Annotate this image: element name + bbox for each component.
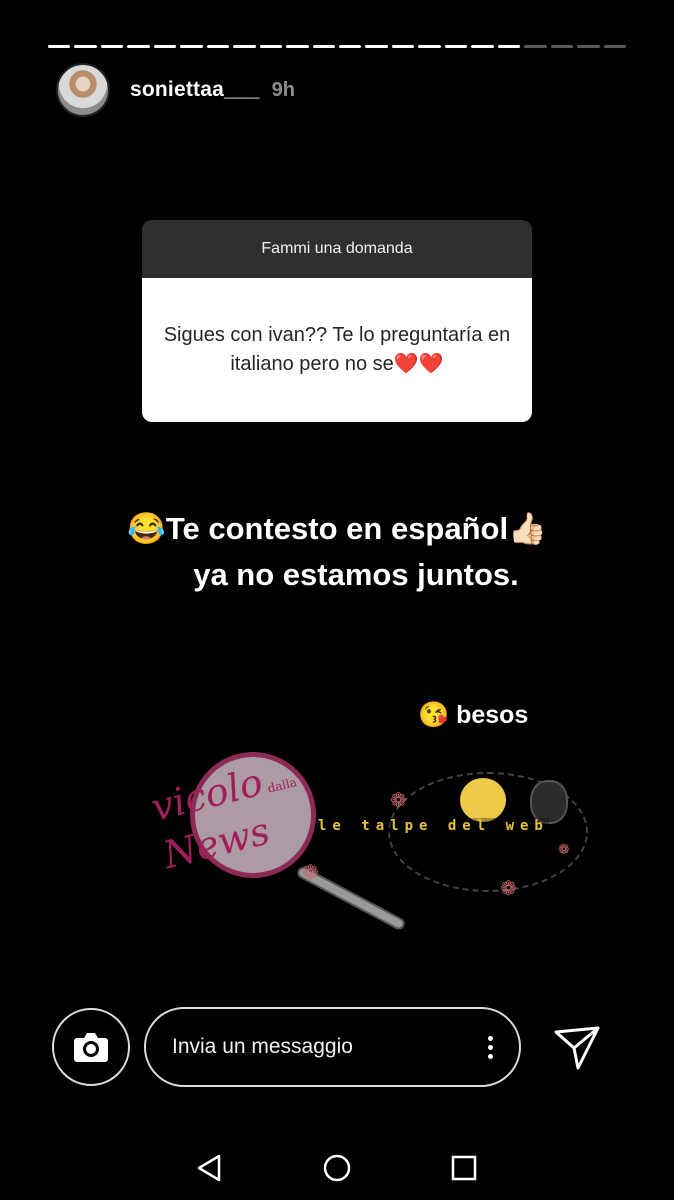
watermark-logo: vicolodalla News le talpe del web ❁ ❁ ❁ … [147,752,588,932]
watermark-banner: le talpe del web [318,818,549,834]
nav-home-button[interactable] [319,1150,355,1186]
nav-back-icon [197,1154,221,1182]
answer-text: 😂Te contesto en español👍🏻 ya no estamos … [0,506,674,598]
answer-line-1: 😂Te contesto en español👍🏻 [127,511,547,546]
message-input[interactable] [172,1035,485,1059]
progress-segment [338,45,362,48]
camera-button[interactable] [52,1008,130,1086]
progress-segment [74,45,97,48]
progress-segment [577,45,600,48]
progress-segment [286,45,309,48]
progress-segment [550,45,574,48]
paw-icon: ❁ [390,788,407,812]
progress-segment [259,45,283,48]
progress-segment [48,45,71,48]
progress-segment [153,45,177,48]
question-sticker-header: Fammi una domanda [142,220,532,278]
system-nav-bar [0,1140,674,1196]
camera-icon [74,1033,108,1062]
more-vertical-icon[interactable] [485,1035,495,1059]
progress-segment [365,45,388,48]
nav-recents-button[interactable] [446,1150,482,1186]
nav-home-icon [323,1154,351,1182]
progress-segment [180,45,203,48]
story-header: soniettaa___ 9h [56,62,295,118]
send-direct-icon[interactable] [552,1022,602,1072]
nav-back-button[interactable] [191,1150,227,1186]
progress-segment [497,45,521,48]
progress-segment [100,45,124,48]
question-sticker[interactable]: Fammi una domanda Sigues con ivan?? Te l… [142,220,532,422]
answer-line-2: ya no estamos juntos. [193,557,519,592]
progress-segment [603,45,626,48]
progress-segment [127,45,150,48]
avatar[interactable] [56,63,110,117]
progress-segment [233,45,256,48]
question-text: Sigues con ivan?? Te lo preguntaría en i… [142,278,532,422]
progress-segment [312,45,335,48]
username[interactable]: soniettaa___ [130,78,260,102]
signoff-text: 😘 besos [418,701,529,729]
progress-segment [418,45,441,48]
nav-recents-icon [451,1155,477,1181]
cartoon-face-blonde [460,778,506,822]
message-input-box[interactable] [144,1007,521,1087]
progress-segment [391,45,415,48]
paw-icon: ❁ [500,876,517,900]
progress-segment [206,45,230,48]
paw-icon: ❁ [302,860,319,884]
story-timestamp: 9h [271,78,295,101]
progress-segment [471,45,494,48]
paw-icon: ❁ [558,842,570,858]
progress-segment [444,45,468,48]
progress-segment [524,45,547,48]
story-progress-bar [48,45,626,49]
